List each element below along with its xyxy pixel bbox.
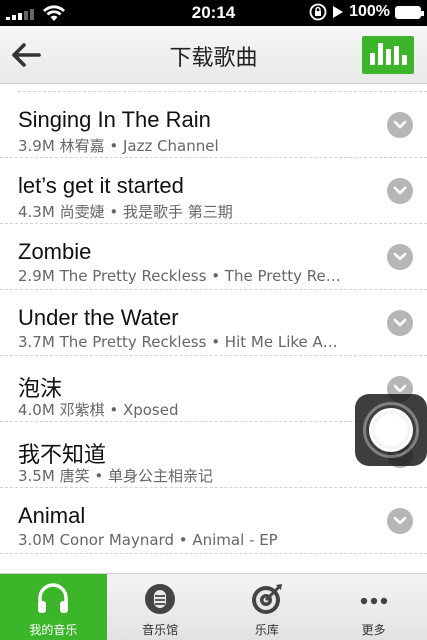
song-meta: 2.9M The Pretty Reckless • The Pretty Re… [18, 267, 341, 285]
song-row[interactable]: Under the Water 3.7M The Pretty Reckless… [0, 290, 427, 356]
song-meta: 3.5M 唐笑 • 单身公主相亲记 [18, 467, 213, 485]
tab-label: 我的音乐 [29, 623, 78, 637]
song-title: Zombie [18, 239, 92, 264]
status-bar: 20:14 100% [0, 0, 427, 26]
song-title: let’s get it started [18, 173, 184, 198]
assistive-touch-button[interactable] [355, 394, 427, 466]
tab-label: 音乐馆 [142, 623, 179, 637]
song-meta: 3.9M 林宥嘉 • Jazz Channel [18, 137, 219, 155]
tab-bar: 我的音乐 音乐馆 乐库 更多 [0, 573, 427, 640]
chevron-down-icon[interactable] [387, 508, 413, 534]
play-icon [333, 6, 344, 18]
song-meta: 3.7M The Pretty Reckless • Hit Me Like A… [18, 333, 338, 351]
chevron-down-icon[interactable] [387, 178, 413, 204]
battery-percent: 100% [349, 3, 390, 20]
now-playing-button[interactable] [362, 36, 414, 74]
tab-label: 乐库 [254, 623, 279, 637]
more-dots-icon [360, 597, 387, 605]
tab-more[interactable]: 更多 [320, 574, 427, 640]
tab-library[interactable]: 乐库 [214, 574, 321, 640]
song-title: Animal [18, 503, 86, 528]
chevron-down-icon[interactable] [387, 112, 413, 138]
song-list[interactable]: Singing In The Rain 3.9M 林宥嘉 • Jazz Chan… [0, 85, 427, 573]
song-row[interactable]: Animal 3.0M Conor Maynard • Animal - EP [0, 488, 427, 554]
target-icon [251, 584, 282, 614]
home-circle-icon [369, 408, 413, 452]
chevron-down-icon[interactable] [387, 244, 413, 270]
music-hall-icon [145, 584, 176, 614]
song-row[interactable]: let’s get it started 4.3M 尚雯婕 • 我是歌手 第三期 [0, 158, 427, 224]
tab-my-music[interactable]: 我的音乐 [0, 574, 107, 640]
equalizer-icon [369, 53, 375, 65]
tab-label: 更多 [361, 623, 386, 637]
orientation-lock-icon [309, 3, 327, 21]
battery-icon [395, 5, 424, 19]
song-meta: 3.0M Conor Maynard • Animal - EP [18, 531, 278, 549]
song-row[interactable]: Singing In The Rain 3.9M 林宥嘉 • Jazz Chan… [0, 92, 427, 158]
song-title: Singing In The Rain [18, 107, 211, 132]
song-title: Under the Water [18, 305, 179, 330]
tab-music-hall[interactable]: 音乐馆 [107, 574, 214, 640]
song-meta: 4.0M 邓紫棋 • Xposed [18, 401, 179, 419]
song-meta: 4.3M 尚雯婕 • 我是歌手 第三期 [18, 203, 233, 221]
chevron-down-icon[interactable] [387, 310, 413, 336]
song-row[interactable]: Zombie 2.9M The Pretty Reckless • The Pr… [0, 224, 427, 290]
headphones-icon [38, 583, 69, 613]
nav-bar: 下载歌曲 [0, 26, 427, 84]
